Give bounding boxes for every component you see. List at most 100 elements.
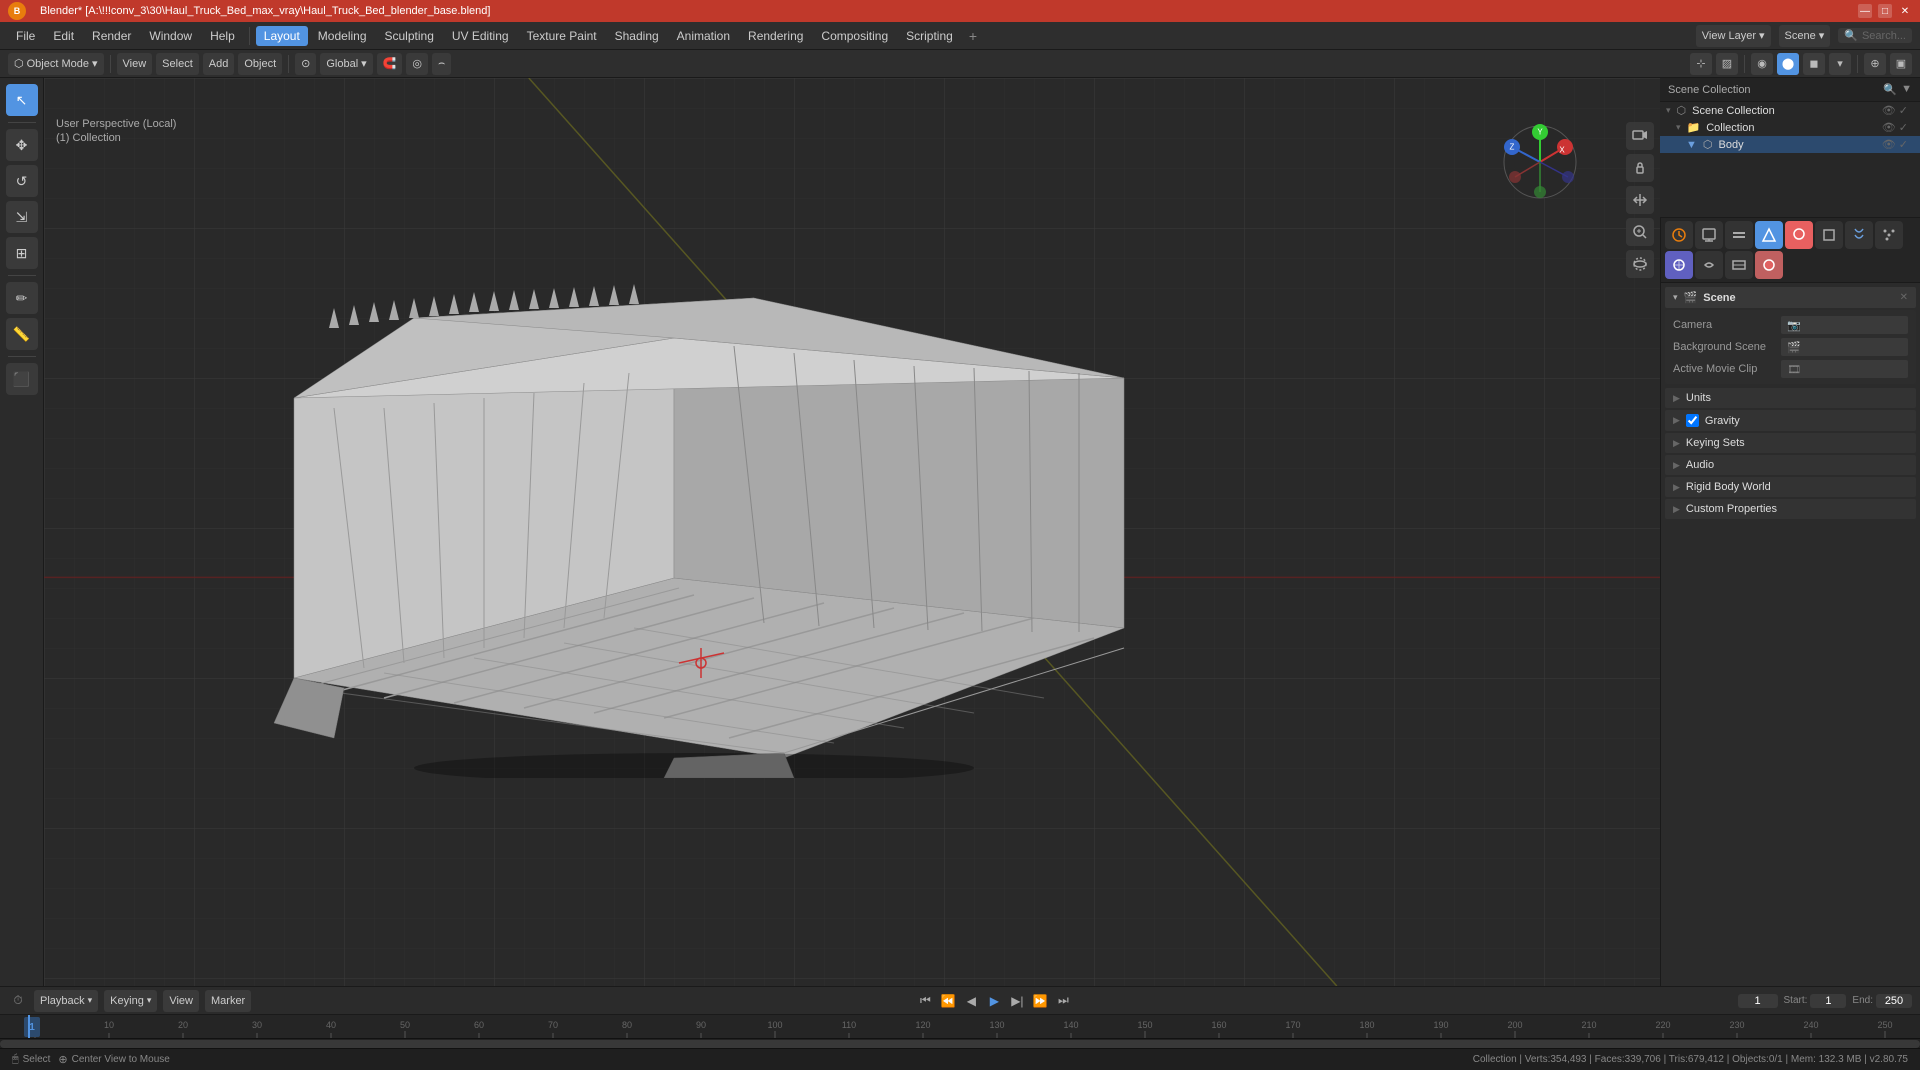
audio-section-header[interactable]: ▶ Audio: [1665, 455, 1916, 475]
custom-properties-section-header[interactable]: ▶ Custom Properties: [1665, 499, 1916, 519]
workspace-tab-texture-paint[interactable]: Texture Paint: [519, 26, 605, 46]
menu-window[interactable]: Window: [141, 26, 200, 46]
timeline-scroll-handle[interactable]: [0, 1040, 1920, 1048]
object-menu[interactable]: Object: [238, 53, 282, 75]
material-properties-tab[interactable]: [1755, 251, 1783, 279]
prev-keyframe-button[interactable]: ⏪: [938, 991, 958, 1011]
outliner-item-body[interactable]: ▼ ⬡ Body 👁 ✓: [1660, 136, 1920, 153]
xray-toggle[interactable]: ▨: [1716, 53, 1738, 75]
end-frame-field[interactable]: 250: [1876, 994, 1912, 1008]
shading-solid[interactable]: ◉: [1751, 53, 1773, 75]
menu-file[interactable]: File: [8, 26, 43, 46]
view-layer-dropdown[interactable]: View Layer ▾: [1696, 25, 1771, 47]
background-scene-value[interactable]: 🎬: [1781, 338, 1908, 356]
transform-orientation[interactable]: Global ▾: [320, 53, 372, 75]
mode-selector[interactable]: ⬡ Object Mode ▾: [8, 53, 104, 75]
workspace-tab-sculpting[interactable]: Sculpting: [377, 26, 442, 46]
close-button[interactable]: ✕: [1898, 4, 1912, 18]
timeline-type-icon[interactable]: ⏱: [8, 991, 28, 1011]
show-overlay[interactable]: ▣: [1890, 53, 1912, 75]
workspace-tab-layout[interactable]: Layout: [256, 26, 308, 46]
falloff-type[interactable]: ⌢: [432, 53, 451, 75]
camera-value[interactable]: 📷: [1781, 316, 1908, 334]
world-properties-tab[interactable]: [1785, 221, 1813, 249]
start-frame-field[interactable]: 1: [1810, 994, 1846, 1008]
physics-properties-tab[interactable]: [1665, 251, 1693, 279]
snap-button[interactable]: 🧲: [377, 53, 403, 75]
workspace-tab-shading[interactable]: Shading: [607, 26, 667, 46]
measure-tool[interactable]: 📏: [6, 318, 38, 350]
prev-frame-button[interactable]: ◀: [961, 991, 981, 1011]
rigid-body-world-section-header[interactable]: ▶ Rigid Body World: [1665, 477, 1916, 497]
render-properties-tab[interactable]: [1665, 221, 1693, 249]
object-properties-tab[interactable]: [1815, 221, 1843, 249]
add-workspace-button[interactable]: +: [963, 26, 983, 46]
rotate-tool[interactable]: ↺: [6, 165, 38, 197]
scene-properties-tab[interactable]: [1755, 221, 1783, 249]
scene-panel-close[interactable]: ✕: [1900, 292, 1908, 303]
workspace-tab-animation[interactable]: Animation: [669, 26, 738, 46]
workspace-tab-uv-editing[interactable]: UV Editing: [444, 26, 517, 46]
workspace-tab-rendering[interactable]: Rendering: [740, 26, 811, 46]
jump-end-button[interactable]: ⏭: [1053, 991, 1073, 1011]
move-tool[interactable]: ✥: [6, 129, 38, 161]
outliner-filter-icon[interactable]: ▼: [1901, 83, 1912, 96]
scene-dropdown[interactable]: Scene ▾: [1779, 25, 1831, 47]
next-keyframe-button[interactable]: ⏩: [1030, 991, 1050, 1011]
lock-camera-button[interactable]: [1626, 154, 1654, 182]
minimize-button[interactable]: —: [1858, 4, 1872, 18]
outliner-item-collection[interactable]: ▾ 📁 Collection 👁 ✓: [1660, 119, 1920, 136]
marker-menu[interactable]: Marker: [205, 990, 251, 1012]
shading-rendered[interactable]: ◼: [1803, 53, 1825, 75]
transform-pivot[interactable]: ⊙: [295, 53, 316, 75]
workspace-tab-scripting[interactable]: Scripting: [898, 26, 961, 46]
particles-properties-tab[interactable]: [1875, 221, 1903, 249]
outliner-item-scene-collection[interactable]: ▾ ⬡ Scene Collection 👁 ✓: [1660, 102, 1920, 119]
gizmo-options[interactable]: ⊕: [1864, 53, 1886, 75]
transform-tool[interactable]: ⊞: [6, 237, 38, 269]
outliner-search-icon[interactable]: 🔍: [1883, 83, 1897, 96]
add-menu[interactable]: Add: [203, 53, 235, 75]
constraints-properties-tab[interactable]: [1695, 251, 1723, 279]
maximize-button[interactable]: □: [1878, 4, 1892, 18]
menu-edit[interactable]: Edit: [45, 26, 82, 46]
annotate-tool[interactable]: ✏: [6, 282, 38, 314]
add-cube-tool[interactable]: ⬛: [6, 363, 38, 395]
search-bar[interactable]: 🔍 Search...: [1838, 28, 1912, 43]
units-section-header[interactable]: ▶ Units: [1665, 388, 1916, 408]
view-menu[interactable]: View: [117, 53, 153, 75]
timeline-view-menu[interactable]: View: [163, 990, 199, 1012]
cursor-tool[interactable]: ↖: [6, 84, 38, 116]
active-movie-clip-value[interactable]: 🎞: [1781, 360, 1908, 378]
pan-button[interactable]: [1626, 186, 1654, 214]
scene-section-header[interactable]: ▾ 🎬 Scene ✕: [1665, 287, 1916, 308]
gravity-checkbox[interactable]: [1686, 414, 1699, 427]
menu-render[interactable]: Render: [84, 26, 139, 46]
playback-menu[interactable]: Playback ▾: [34, 990, 98, 1012]
view-camera-button[interactable]: [1626, 122, 1654, 150]
workspace-tab-modeling[interactable]: Modeling: [310, 26, 375, 46]
zoom-button[interactable]: [1626, 218, 1654, 246]
keying-sets-section-header[interactable]: ▶ Keying Sets: [1665, 433, 1916, 453]
navigation-gizmo[interactable]: X Y Z: [1500, 122, 1580, 202]
modifier-properties-tab[interactable]: [1845, 221, 1873, 249]
orbit-button[interactable]: [1626, 250, 1654, 278]
3d-viewport[interactable]: User Perspective (Local) (1) Collection …: [44, 78, 1660, 986]
select-menu[interactable]: Select: [156, 53, 199, 75]
play-button[interactable]: ▶: [984, 991, 1004, 1011]
output-properties-tab[interactable]: [1695, 221, 1723, 249]
shading-material[interactable]: ⬤: [1777, 53, 1799, 75]
overlay-toggle[interactable]: ⊹: [1690, 53, 1712, 75]
menu-help[interactable]: Help: [202, 26, 243, 46]
keying-menu[interactable]: Keying ▾: [104, 990, 157, 1012]
workspace-tab-compositing[interactable]: Compositing: [813, 26, 896, 46]
proportional-edit[interactable]: ◎: [406, 53, 428, 75]
current-frame-field[interactable]: 1: [1738, 994, 1778, 1008]
viewport-options[interactable]: ▾: [1829, 53, 1851, 75]
next-frame-button[interactable]: ▶|: [1007, 991, 1027, 1011]
jump-start-button[interactable]: ⏮: [915, 991, 935, 1011]
view-layer-properties-tab[interactable]: [1725, 221, 1753, 249]
gravity-section-header[interactable]: ▶ Gravity: [1665, 410, 1916, 431]
scale-tool[interactable]: ⇲: [6, 201, 38, 233]
data-properties-tab[interactable]: [1725, 251, 1753, 279]
